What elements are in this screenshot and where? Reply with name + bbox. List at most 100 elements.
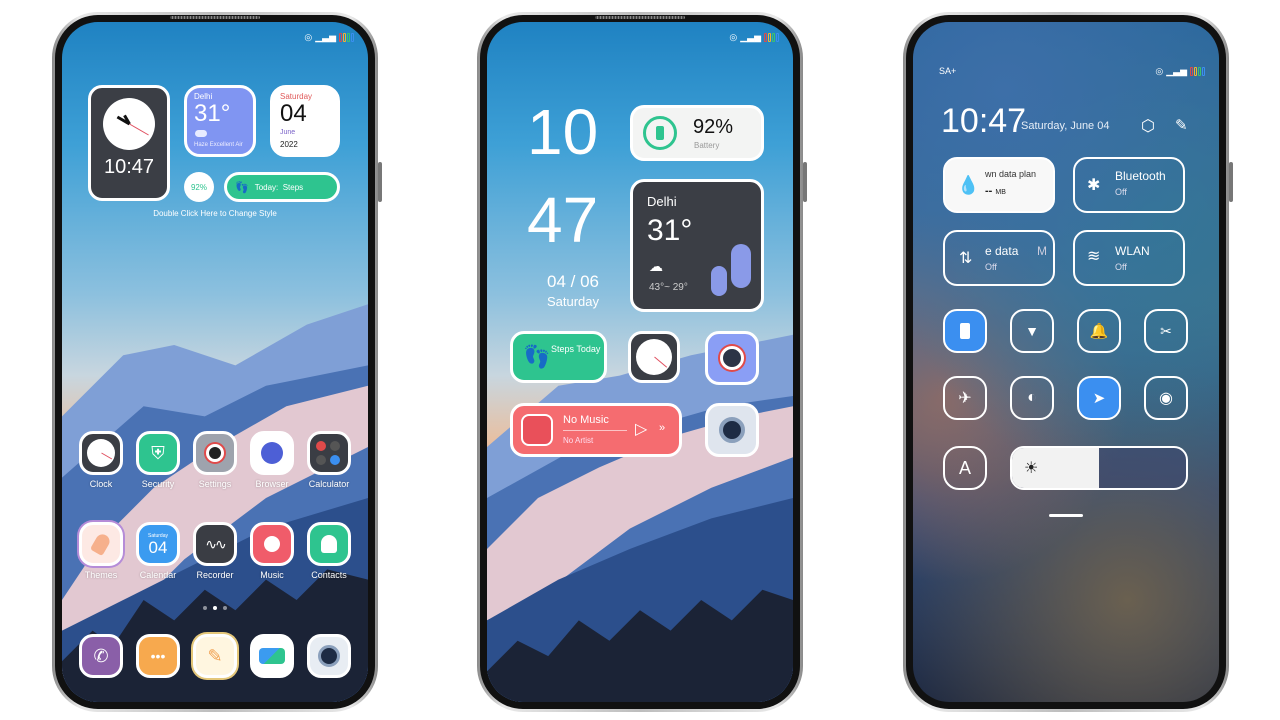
- steps-widget[interactable]: 👣 Steps Today: [510, 331, 607, 383]
- page-indicator[interactable]: [62, 606, 368, 610]
- mobile-data-icon: ⇅: [959, 250, 973, 267]
- cloud-icon: ☁: [649, 258, 663, 274]
- dock-gallery[interactable]: [250, 634, 294, 678]
- control-center: SA+ ◎ ▁▃▅ 10:47 Saturday, June 04 ⬡ ✎ 💧 …: [913, 22, 1219, 702]
- gear-icon: [720, 346, 744, 370]
- app-label: Themes: [84, 570, 118, 580]
- app-calculator[interactable]: [307, 431, 351, 475]
- change-style-hint[interactable]: Double Click Here to Change Style: [62, 209, 368, 218]
- auto-brightness-label: A: [958, 457, 971, 478]
- app-settings[interactable]: [193, 431, 237, 475]
- steps-widget[interactable]: 👣 Today: Steps: [224, 172, 340, 202]
- music-title: No Music: [563, 414, 609, 426]
- settings-button[interactable]: ⬡: [1141, 116, 1155, 136]
- battery-percent: 92%: [190, 182, 207, 192]
- cc-time: 10:47: [941, 102, 1027, 140]
- drag-handle[interactable]: [1049, 514, 1083, 517]
- app-security[interactable]: ⛨: [136, 431, 180, 475]
- footprint-icon: 👣: [523, 344, 551, 369]
- speaker-grille: [595, 16, 685, 19]
- app-recorder[interactable]: ∿∿: [193, 522, 237, 566]
- calendar-widget[interactable]: Saturday 04 June 2022: [270, 85, 340, 157]
- app-contacts[interactable]: [307, 522, 351, 566]
- weather-widget[interactable]: Delhi 31° Haze Excellent Air: [184, 85, 256, 157]
- toggle-location[interactable]: ➤: [1077, 376, 1121, 420]
- app-camera[interactable]: [705, 403, 759, 457]
- app-label: Browser: [255, 479, 289, 489]
- tile-data-plan[interactable]: 💧 wn data plan -- MB: [943, 157, 1055, 213]
- clock-widget[interactable]: 10:47: [88, 85, 170, 201]
- app-label: Calculator: [308, 479, 350, 489]
- alarm-icon: ◎: [1155, 66, 1164, 76]
- battery-icon: [339, 33, 354, 42]
- weekday-label: Saturday: [546, 294, 600, 309]
- page-dot[interactable]: [203, 606, 207, 610]
- app-label: Settings: [198, 479, 232, 489]
- phone-widget-screen: ◎ ▁▃▅ 10 47 04 / 06 Saturday 92% Battery…: [477, 12, 807, 712]
- calendar-icon-day: 04: [148, 537, 168, 557]
- dark-mode-icon: ◐: [1027, 389, 1037, 406]
- camera-icon: [318, 645, 340, 667]
- weather-condition: Haze: [194, 142, 209, 148]
- app-label: Recorder: [196, 570, 234, 580]
- battery-icon: [1190, 67, 1205, 76]
- volume-button: [803, 162, 807, 202]
- app-label: Security: [141, 479, 175, 489]
- calendar-year: 2022: [280, 140, 298, 149]
- app-browser[interactable]: [250, 431, 294, 475]
- tile-mobile-data[interactable]: ⇅ e data M Off: [943, 230, 1055, 286]
- music-widget[interactable]: No Music No Artist ▷ »: [510, 403, 682, 457]
- app-themes[interactable]: [79, 522, 123, 566]
- dock-notes[interactable]: ✎: [193, 634, 237, 678]
- dock-phone[interactable]: ✆: [79, 634, 123, 678]
- music-progress[interactable]: [563, 430, 627, 431]
- toggle-flashlight[interactable]: ▼: [1010, 309, 1054, 353]
- toggle-ring[interactable]: 🔔: [1077, 309, 1121, 353]
- page-dot[interactable]: [223, 606, 227, 610]
- tile-bluetooth[interactable]: ✱ Bluetooth Off: [1073, 157, 1185, 213]
- app-clock[interactable]: [79, 431, 123, 475]
- tile-title: Bluetooth: [1115, 169, 1166, 183]
- alarm-icon: ◎: [729, 32, 738, 42]
- auto-brightness-toggle[interactable]: A: [943, 446, 987, 490]
- calculator-icon: [316, 441, 326, 451]
- edit-button[interactable]: ✎: [1175, 116, 1188, 134]
- contact-icon: [321, 535, 337, 553]
- toggle-airplane[interactable]: ✈: [943, 376, 987, 420]
- app-calendar[interactable]: Saturday 04: [136, 522, 180, 566]
- app-clock[interactable]: [628, 331, 680, 383]
- dock-messages[interactable]: •••: [136, 634, 180, 678]
- clock-hour: 10: [527, 96, 599, 168]
- tree-icon: [711, 266, 727, 296]
- app-label: Calendar: [139, 570, 177, 580]
- phone-home-screen: ◎ ▁▃▅ 10:47 Delhi 31° Haze Excellent Air: [52, 12, 382, 712]
- app-settings[interactable]: [705, 331, 759, 385]
- brightness-slider[interactable]: ☀: [1010, 446, 1188, 490]
- weather-widget[interactable]: Delhi 31° ☁ 43°~ 29°: [630, 179, 764, 312]
- tile-wlan[interactable]: ≋ WLAN Off: [1073, 230, 1185, 286]
- location-icon: ➤: [1092, 390, 1106, 407]
- next-button[interactable]: »: [659, 422, 665, 434]
- dock-camera[interactable]: [307, 634, 351, 678]
- phone-control-center: SA+ ◎ ▁▃▅ 10:47 Saturday, June 04 ⬡ ✎ 💧 …: [903, 12, 1233, 712]
- guitar-icon: [264, 536, 280, 552]
- battery-widget[interactable]: 92%: [184, 172, 214, 202]
- app-music[interactable]: [250, 522, 294, 566]
- app-label: Music: [260, 570, 284, 580]
- tile-title: e data: [985, 244, 1019, 258]
- clock-icon: [87, 439, 115, 467]
- tree-icon: [731, 244, 751, 288]
- battery-widget[interactable]: 92% Battery: [630, 105, 764, 161]
- status-bar: ◎ ▁▃▅: [1155, 66, 1205, 77]
- phone-icon: ✆: [93, 645, 109, 666]
- play-button[interactable]: ▷: [635, 419, 647, 439]
- date-label: 04 / 06: [547, 272, 599, 291]
- toggle-screenshot[interactable]: ✂: [1144, 309, 1188, 353]
- alarm-icon: ◎: [304, 32, 313, 42]
- notes-icon: ✎: [207, 645, 223, 666]
- page-dot-active[interactable]: [213, 606, 217, 610]
- toggle-reading-mode[interactable]: ◉: [1144, 376, 1188, 420]
- toggle-vibrate[interactable]: [943, 309, 987, 353]
- toggle-dark-mode[interactable]: ◐: [1010, 376, 1054, 420]
- clock-time: 10:47: [103, 156, 155, 178]
